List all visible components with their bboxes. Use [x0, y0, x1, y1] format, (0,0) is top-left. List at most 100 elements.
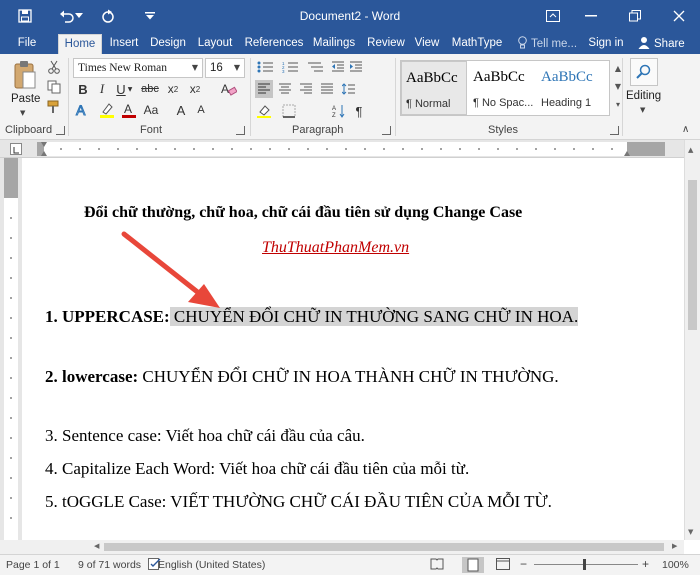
- bullets-icon[interactable]: [255, 58, 275, 76]
- zoom-level[interactable]: 100%: [662, 559, 689, 571]
- restore-icon[interactable]: [620, 0, 650, 32]
- clipboard-dialog-launcher[interactable]: [56, 126, 65, 135]
- editing-button[interactable]: Editing: [626, 90, 661, 102]
- clear-formatting-icon[interactable]: A: [220, 80, 238, 98]
- zoom-out-icon[interactable]: −: [520, 557, 527, 571]
- horizontal-ruler[interactable]: [37, 142, 665, 156]
- subscript-icon[interactable]: x2: [165, 80, 181, 98]
- search-icon[interactable]: [630, 58, 658, 86]
- font-size-combobox[interactable]: 16 ▼: [205, 58, 245, 78]
- tab-references[interactable]: References: [242, 34, 306, 54]
- page-count[interactable]: Page 1 of 1: [6, 559, 60, 571]
- svg-text:A: A: [221, 82, 229, 96]
- paste-dropdown-icon[interactable]: ▼: [20, 109, 25, 117]
- style-preview: AaBbCc: [541, 69, 593, 85]
- font-dialog-launcher[interactable]: [236, 126, 245, 135]
- decrease-indent-icon[interactable]: [330, 58, 346, 76]
- paste-label[interactable]: Paste: [11, 93, 40, 105]
- italic-icon[interactable]: I: [95, 80, 109, 98]
- paste-icon[interactable]: [10, 58, 40, 92]
- change-case-icon[interactable]: Aa: [142, 100, 160, 120]
- numbering-icon[interactable]: 123: [280, 58, 300, 76]
- bold-icon[interactable]: B: [76, 80, 90, 98]
- justify-icon[interactable]: [318, 80, 336, 98]
- vertical-scroll-thumb[interactable]: [688, 180, 697, 330]
- chevron-up-icon[interactable]: ▲: [688, 146, 693, 154]
- sign-in-link[interactable]: Sign in: [586, 34, 626, 54]
- shrink-font-icon[interactable]: A: [192, 100, 210, 120]
- chevron-left-icon[interactable]: ◀: [94, 542, 99, 550]
- editing-dropdown-icon[interactable]: ▼: [640, 106, 645, 114]
- superscript-icon[interactable]: x2: [187, 80, 203, 98]
- line-spacing-icon[interactable]: [340, 80, 358, 98]
- grow-font-icon[interactable]: A: [172, 100, 190, 120]
- minimize-icon[interactable]: [576, 0, 606, 32]
- text-effects-icon[interactable]: A: [74, 100, 92, 120]
- format-painter-icon[interactable]: [45, 98, 63, 116]
- tab-layout[interactable]: Layout: [194, 34, 236, 54]
- tab-file[interactable]: File: [12, 34, 42, 54]
- tab-home[interactable]: Home: [58, 34, 102, 54]
- language-indicator[interactable]: English (United States): [158, 559, 265, 571]
- tell-me-box[interactable]: Tell me...: [518, 34, 577, 54]
- separator: [395, 58, 396, 136]
- word-count[interactable]: 9 of 71 words: [78, 559, 141, 571]
- styles-gallery[interactable]: AaBbCc ¶ Normal AaBbCc ¶ No Spac... AaBb…: [400, 60, 610, 116]
- chevron-down-icon[interactable]: ▼: [230, 59, 244, 77]
- document-page[interactable]: Đổi chữ thường, chữ hoa, chữ cái đầu tiê…: [22, 158, 684, 540]
- align-center-icon[interactable]: [276, 80, 294, 98]
- zoom-slider-thumb[interactable]: [583, 559, 586, 570]
- copy-icon[interactable]: [45, 78, 63, 96]
- font-color-icon[interactable]: A: [120, 100, 138, 120]
- horizontal-scrollbar[interactable]: ◀ ▶: [0, 540, 684, 554]
- read-mode-icon[interactable]: [430, 558, 444, 573]
- show-formatting-icon[interactable]: ¶: [352, 102, 366, 120]
- font-size-value: 16: [210, 62, 223, 74]
- style-no-spacing[interactable]: AaBbCc ¶ No Spac...: [469, 61, 535, 115]
- style-normal[interactable]: AaBbCc ¶ Normal: [401, 61, 467, 115]
- red-arrow-annotation: [121, 231, 220, 308]
- style-heading-1[interactable]: AaBbCc Heading 1: [537, 61, 603, 115]
- tab-insert[interactable]: Insert: [106, 34, 142, 54]
- chevron-down-icon[interactable]: ▼: [126, 80, 134, 98]
- font-name-combobox[interactable]: Times New Roman ▼: [73, 58, 203, 78]
- svg-text:A: A: [332, 106, 336, 112]
- sort-icon[interactable]: AZ: [330, 102, 348, 120]
- styles-dialog-launcher[interactable]: [610, 126, 619, 135]
- chevron-down-icon[interactable]: ▼: [188, 59, 202, 77]
- chevron-right-icon[interactable]: ▶: [672, 542, 677, 550]
- vertical-ruler[interactable]: [4, 158, 18, 540]
- align-left-icon[interactable]: [255, 80, 273, 98]
- collapse-ribbon-icon[interactable]: ∧: [682, 124, 689, 135]
- tab-mathtype[interactable]: MathType: [448, 34, 506, 54]
- share-label: Share: [654, 38, 685, 50]
- paragraph-dialog-launcher[interactable]: [382, 126, 391, 135]
- strikethrough-icon[interactable]: abc: [141, 80, 159, 98]
- web-layout-icon[interactable]: [496, 558, 510, 573]
- tab-mailings[interactable]: Mailings: [310, 34, 358, 54]
- document-title: Đổi chữ thường, chữ hoa, chữ cái đầu tiê…: [84, 204, 523, 221]
- cut-icon[interactable]: [45, 58, 63, 76]
- tab-design[interactable]: Design: [148, 34, 188, 54]
- selected-text[interactable]: CHUYỂN ĐỔI CHỮ IN THƯỜNG SANG CHỮ IN HOA…: [169, 307, 579, 326]
- vertical-scrollbar[interactable]: ▲ ▼: [684, 140, 700, 540]
- close-icon[interactable]: [664, 0, 694, 32]
- watermark-link[interactable]: ThuThuatPhanMem.vn: [262, 239, 409, 257]
- increase-indent-icon[interactable]: [348, 58, 364, 76]
- multilevel-list-icon[interactable]: [305, 58, 325, 76]
- tab-view[interactable]: View: [412, 34, 442, 54]
- shading-icon[interactable]: [255, 102, 273, 120]
- horizontal-scroll-thumb[interactable]: [104, 543, 664, 551]
- borders-icon[interactable]: [280, 102, 298, 120]
- share-button[interactable]: Share: [638, 34, 685, 54]
- align-right-icon[interactable]: [297, 80, 315, 98]
- separator: [68, 58, 69, 136]
- zoom-in-icon[interactable]: +: [642, 557, 649, 571]
- zoom-slider-track[interactable]: [534, 564, 638, 565]
- highlight-color-icon[interactable]: [98, 100, 116, 120]
- ribbon-display-options-icon[interactable]: [538, 0, 568, 32]
- print-layout-icon[interactable]: [462, 557, 484, 573]
- chevron-down-icon[interactable]: ▼: [688, 528, 693, 536]
- tab-selector-icon[interactable]: [10, 143, 22, 155]
- tab-review[interactable]: Review: [365, 34, 407, 54]
